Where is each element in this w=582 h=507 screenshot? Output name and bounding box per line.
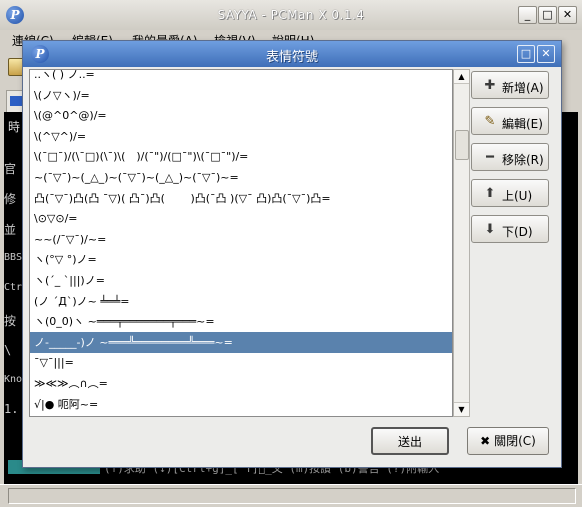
terminal-line: 修: [4, 192, 17, 206]
list-item[interactable]: ..ヽ( ) ノ..=: [30, 70, 452, 85]
list-item[interactable]: ヽ(´_ `|||)ノ=: [30, 270, 452, 291]
list-item[interactable]: ヽ(°▽ °)ノ=: [30, 249, 452, 270]
add-button-label: 新增(A): [502, 81, 544, 95]
edit-icon: ✎: [484, 114, 496, 129]
list-item[interactable]: \⊙▽⊙/=: [30, 208, 452, 229]
list-item[interactable]: \(@^0^@)/=: [30, 105, 452, 126]
edit-button[interactable]: ✎ 編輯(E): [471, 107, 549, 135]
arrow-up-icon: ⬆: [484, 186, 496, 201]
terminal-line: 1.: [4, 402, 19, 416]
list-item-selected[interactable]: ノ-_____-)ノ ~═══╩════════╩═══~=: [30, 331, 452, 353]
move-up-button[interactable]: ⬆ 上(U): [471, 179, 549, 207]
remove-button[interactable]: ━ 移除(R): [471, 143, 549, 171]
list-item[interactable]: ≫≪≫︵∩︵=: [30, 373, 452, 394]
close-x-icon: ✖: [480, 434, 491, 448]
terminal-line: Ctr: [4, 282, 23, 293]
remove-button-label: 移除(R): [502, 153, 544, 167]
emoticon-list[interactable]: ..ヽ( ) ノ..= \(ノ▽ヽ)/= \(@^0^@)/= \(^▽^)/= \(¯…: [29, 69, 453, 417]
dialog-maximize-icon[interactable]: □: [517, 45, 535, 63]
edit-button-label: 編輯(E): [502, 117, 543, 131]
plus-icon: ✚: [484, 78, 496, 93]
list-item[interactable]: \(^▽^)/=: [30, 126, 452, 147]
list-item[interactable]: ~(¯▽¯)~(_△_)~(¯▽¯)~(_△_)~(¯▽¯)~=: [30, 167, 452, 188]
list-item[interactable]: ヽ(0_0)ヽ ~═══╤═══════╤═══~=: [30, 311, 452, 332]
tab-icon: [10, 96, 22, 106]
move-down-button-label: 下(D): [502, 225, 533, 239]
scroll-thumb[interactable]: [455, 130, 469, 160]
list-item[interactable]: 凸(¯▽¯)凸(凸 ¯▽)( 凸¯)凸( )凸(¯凸 )(▽¯ 凸)凸(¯▽¯)…: [30, 188, 452, 209]
move-down-button[interactable]: ⬇ 下(D): [471, 215, 549, 243]
scroll-down-icon[interactable]: ▼: [454, 402, 469, 416]
list-item[interactable]: √|● 呃阿~=: [30, 394, 452, 415]
list-item[interactable]: \(ノ▽ヽ)/=: [30, 85, 452, 106]
list-item[interactable]: ~~(/¯▽¯)/~=: [30, 229, 452, 250]
move-up-button-label: 上(U): [502, 189, 533, 203]
terminal-line: BBS: [4, 252, 23, 263]
terminal-line: Kno: [4, 374, 23, 385]
status-field: [8, 488, 576, 504]
terminal-line: \: [4, 343, 12, 357]
dialog-close-icon[interactable]: ✕: [537, 45, 555, 63]
dialog-title: 表情符號: [265, 50, 318, 65]
emoticon-dialog: P 表情符號 □ ✕ ..ヽ( ) ノ..= \(ノ▽ヽ)/= \(@^0^@)/=…: [22, 40, 562, 468]
list-item[interactable]: \(¯□¯)/(\¯□)(\¯)\( )/(¯")/(□¯")\(¯□¯")/=: [30, 146, 452, 167]
maximize-icon[interactable]: □: [538, 6, 557, 24]
minus-icon: ━: [486, 150, 494, 165]
terminal-line: 時: [8, 120, 21, 134]
minimize-icon[interactable]: _: [518, 6, 537, 24]
list-scrollbar[interactable]: ▲ ▼: [453, 69, 470, 417]
close-button-label: 關閉(C): [494, 434, 536, 448]
send-button[interactable]: 送出: [371, 427, 449, 455]
scroll-up-icon[interactable]: ▲: [454, 70, 469, 84]
terminal-line: 並: [4, 223, 17, 237]
list-item[interactable]: ¯▽¯|||=: [30, 352, 452, 373]
terminal-line: 官: [4, 162, 17, 176]
arrow-down-icon: ⬇: [484, 222, 496, 237]
main-window-title: SAYYA - PCMan X 0.1.4: [217, 8, 365, 22]
terminal-line: 按: [4, 314, 17, 328]
close-button[interactable]: ✖ 關閉(C): [467, 427, 549, 455]
add-button[interactable]: ✚ 新增(A): [471, 71, 549, 99]
list-item[interactable]: (ノ ´Д`)ノ~ ╧═╧=: [30, 291, 452, 312]
close-icon[interactable]: ✕: [558, 6, 577, 24]
